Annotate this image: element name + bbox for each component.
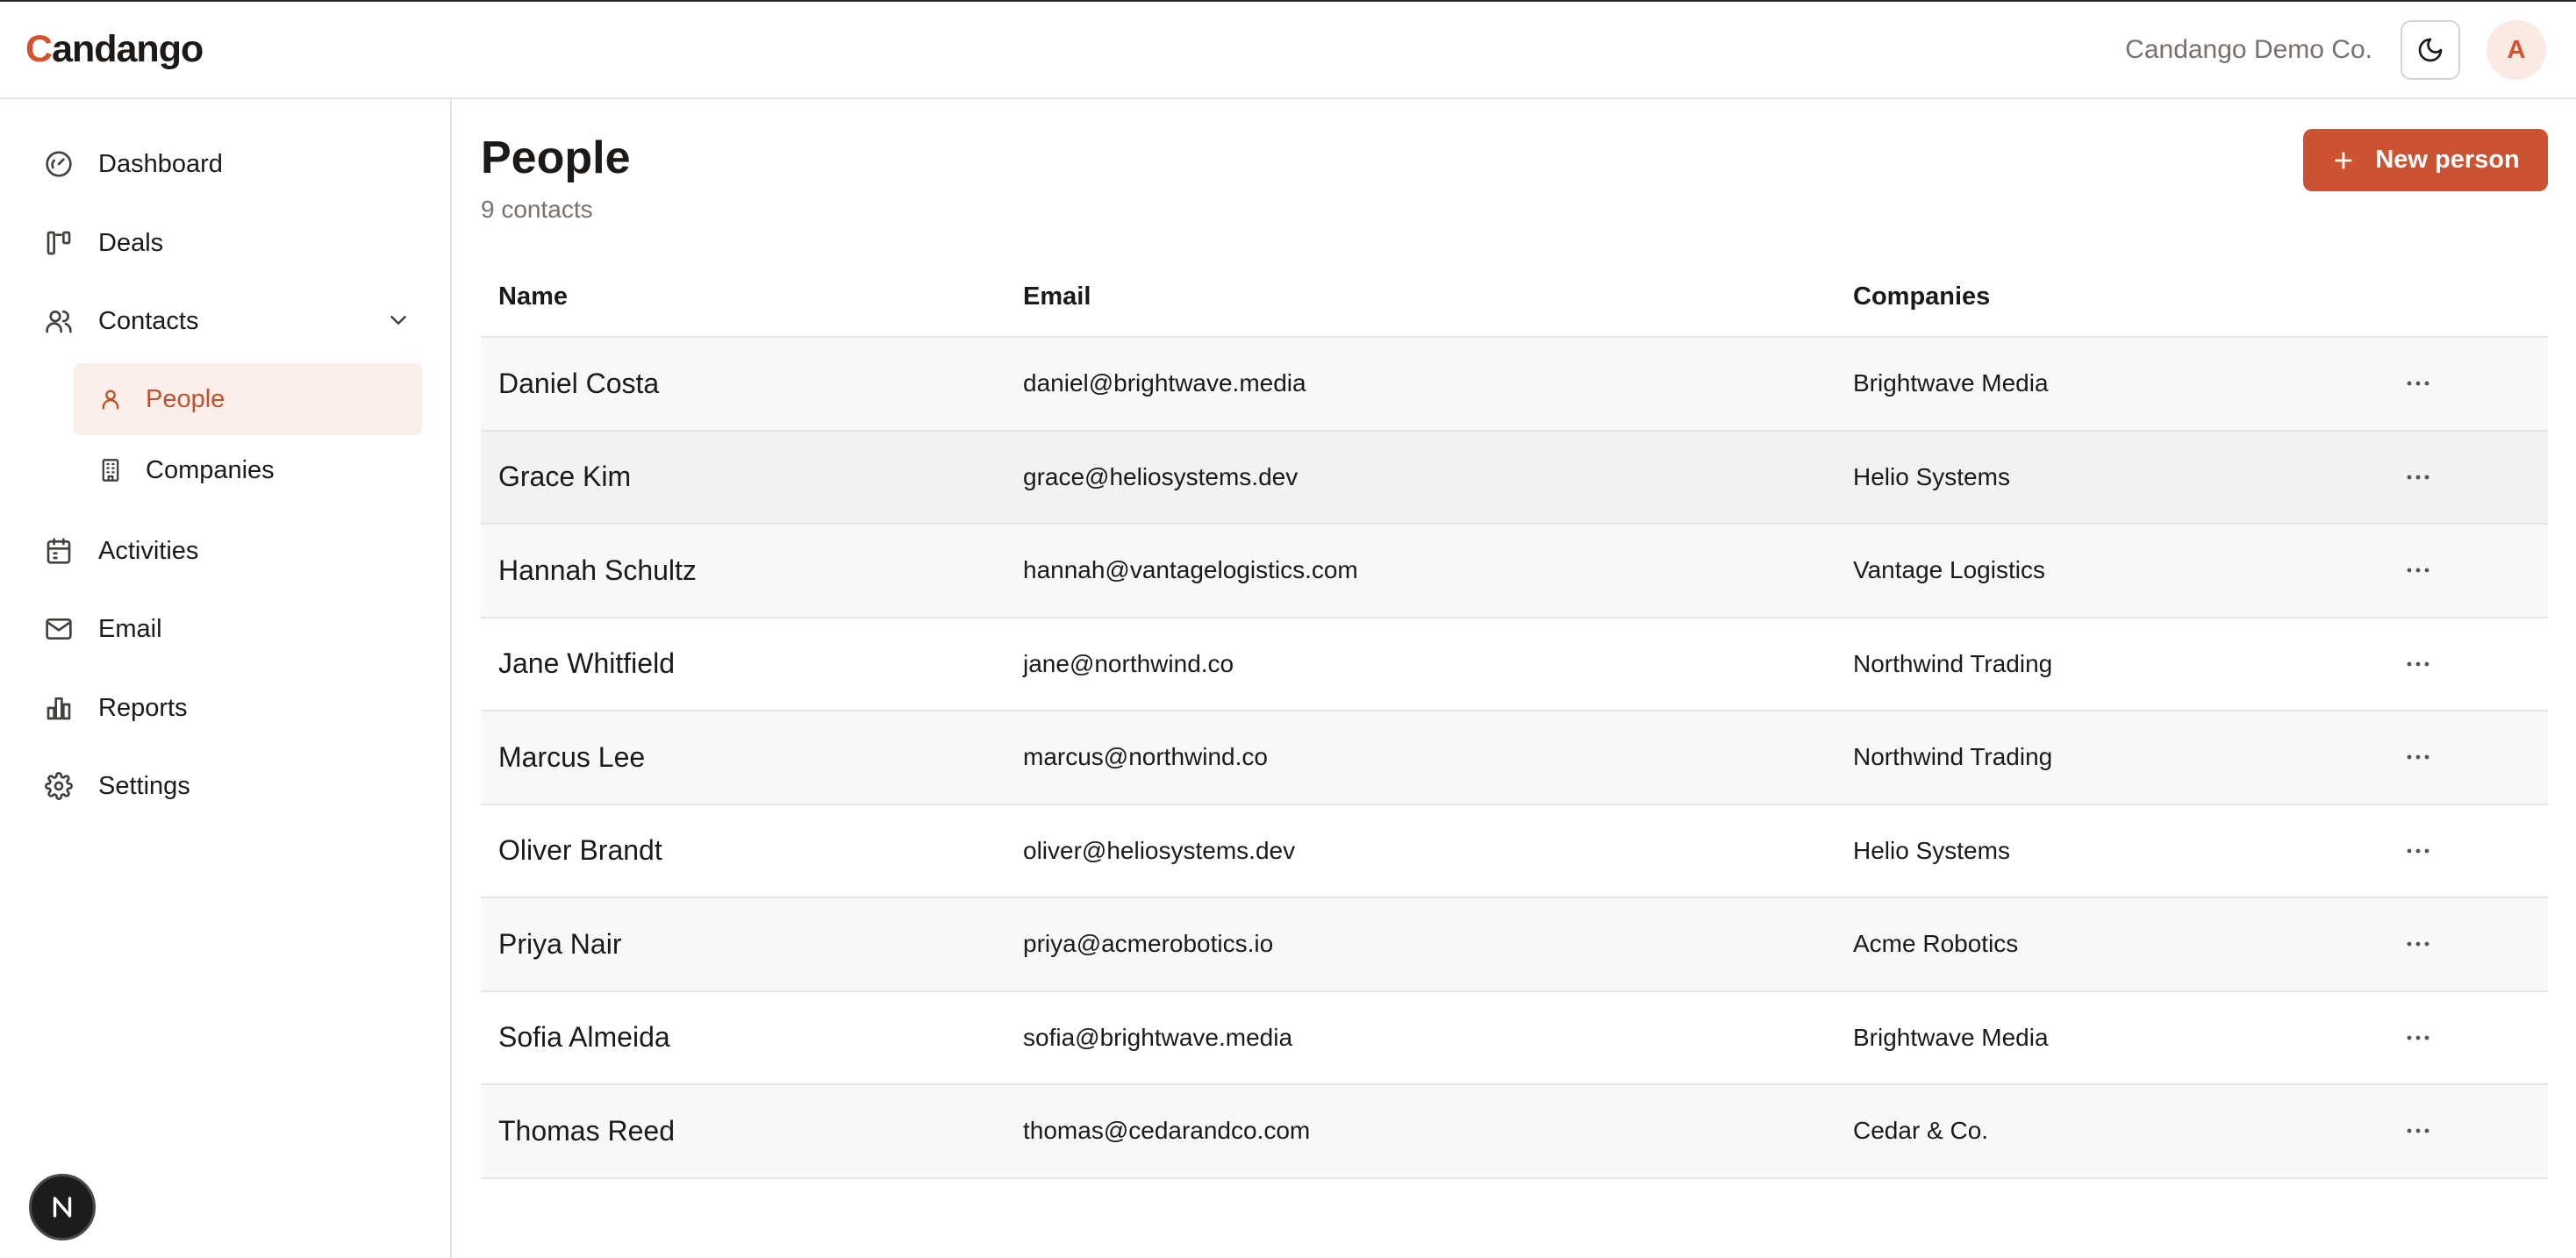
person-name[interactable]: Jane Whitfield: [498, 618, 675, 710]
gauge-icon: [25, 129, 75, 199]
users-icon: [25, 286, 75, 356]
table-row[interactable]: Jane Whitfield jane@northwind.co Northwi…: [481, 618, 2548, 711]
person-email: sofia@brightwave.media: [1023, 1023, 1293, 1051]
row-actions-icon[interactable]: [2394, 618, 2443, 710]
person-email: marcus@northwind.co: [1023, 743, 1268, 770]
person-company[interactable]: Brightwave Media: [1853, 338, 2049, 429]
person-name[interactable]: Sofia Almeida: [498, 992, 670, 1083]
person-company[interactable]: Brightwave Media: [1853, 992, 2049, 1083]
person-name[interactable]: Thomas Reed: [498, 1085, 675, 1176]
table-row[interactable]: Grace Kim grace@heliosystems.dev Helio S…: [481, 431, 2548, 525]
person-company[interactable]: Vantage Logistics: [1853, 525, 2045, 616]
person-company[interactable]: Acme Robotics: [1853, 898, 2018, 990]
row-actions-icon[interactable]: [2394, 338, 2443, 429]
person-name[interactable]: Marcus Lee: [498, 711, 645, 803]
organization-name: Candango Demo Co.: [2125, 35, 2372, 64]
person-name[interactable]: Grace Kim: [498, 432, 631, 523]
sidebar-item-label: People: [146, 384, 225, 413]
people-table: Name Email Companies Daniel Costa daniel…: [481, 263, 2548, 1179]
table-row[interactable]: Oliver Brandt oliver@heliosystems.dev He…: [481, 804, 2548, 898]
sidebar-item-email[interactable]: Email: [25, 594, 422, 664]
building-icon: [93, 458, 128, 482]
column-header-companies[interactable]: Companies: [1853, 282, 1990, 311]
person-email: thomas@cedarandco.com: [1023, 1117, 1311, 1144]
chevron-down-icon[interactable]: [385, 307, 411, 340]
sidebar-item-label: Email: [98, 614, 162, 643]
sidebar-item-reports[interactable]: Reports: [25, 673, 422, 743]
table-row[interactable]: Daniel Costa daniel@brightwave.media Bri…: [481, 338, 2548, 432]
row-actions-icon[interactable]: [2394, 992, 2443, 1083]
sidebar-item-deals[interactable]: Deals: [25, 208, 422, 278]
row-actions-icon[interactable]: [2394, 525, 2443, 616]
column-header-email[interactable]: Email: [1023, 282, 1091, 311]
person-company[interactable]: Cedar & Co.: [1853, 1085, 1988, 1176]
top-header: Candango Candango Demo Co. A: [0, 2, 2576, 99]
person-email: oliver@heliosystems.dev: [1023, 836, 1296, 864]
page-title: People: [481, 132, 631, 183]
app-logo[interactable]: Candango: [25, 28, 204, 71]
user-icon: [93, 387, 128, 411]
table-body: Daniel Costa daniel@brightwave.media Bri…: [481, 338, 2548, 1179]
gear-icon: [25, 751, 75, 821]
sidebar-item-label: Activities: [98, 536, 199, 565]
person-email: daniel@brightwave.media: [1023, 369, 1306, 397]
person-email: hannah@vantagelogistics.com: [1023, 556, 1358, 583]
sidebar-item-settings[interactable]: Settings: [25, 751, 422, 821]
person-company[interactable]: Helio Systems: [1853, 432, 2010, 523]
plus-icon: [2331, 148, 2356, 173]
new-person-label: New person: [2375, 146, 2520, 174]
row-actions-icon[interactable]: [2394, 898, 2443, 990]
calendar-icon: [25, 516, 75, 586]
kanban-icon: [25, 208, 75, 278]
bar-chart-icon: [25, 673, 75, 743]
new-person-button[interactable]: New person: [2303, 129, 2548, 191]
next-devtools-badge[interactable]: [29, 1174, 96, 1240]
theme-toggle-button[interactable]: [2401, 20, 2460, 80]
sidebar-item-people[interactable]: People: [74, 363, 422, 435]
person-company[interactable]: Helio Systems: [1853, 805, 2010, 897]
person-company[interactable]: Northwind Trading: [1853, 618, 2052, 710]
person-name[interactable]: Hannah Schultz: [498, 525, 697, 616]
next-logo-icon: [53, 1197, 72, 1218]
person-name[interactable]: Daniel Costa: [498, 338, 659, 429]
row-actions-icon[interactable]: [2394, 432, 2443, 523]
person-email: jane@northwind.co: [1023, 649, 1234, 677]
sidebar-item-label: Settings: [98, 771, 190, 800]
contacts-count: 9 contacts: [481, 196, 593, 223]
row-actions-icon[interactable]: [2394, 805, 2443, 897]
column-header-name[interactable]: Name: [498, 282, 568, 311]
sidebar-item-label: Dashboard: [98, 149, 223, 178]
table-row[interactable]: Thomas Reed thomas@cedarandco.com Cedar …: [481, 1085, 2548, 1179]
table-row[interactable]: Sofia Almeida sofia@brightwave.media Bri…: [481, 991, 2548, 1085]
sidebar-item-dashboard[interactable]: Dashboard: [25, 129, 422, 199]
table-header: Name Email Companies: [481, 263, 2548, 338]
sidebar-item-activities[interactable]: Activities: [25, 516, 422, 586]
row-actions-icon[interactable]: [2394, 1085, 2443, 1176]
person-company[interactable]: Northwind Trading: [1853, 711, 2052, 803]
person-email: grace@heliosystems.dev: [1023, 462, 1299, 490]
sidebar-item-label: Companies: [146, 455, 275, 484]
moon-icon: [2418, 38, 2443, 62]
sidebar-item-companies[interactable]: Companies: [74, 434, 422, 506]
table-row[interactable]: Marcus Lee marcus@northwind.co Northwind…: [481, 711, 2548, 805]
sidebar-item-label: Deals: [98, 228, 164, 257]
table-row[interactable]: Hannah Schultz hannah@vantagelogistics.c…: [481, 525, 2548, 618]
table-row[interactable]: Priya Nair priya@acmerobotics.io Acme Ro…: [481, 898, 2548, 992]
person-email: priya@acmerobotics.io: [1023, 930, 1274, 957]
mail-icon: [25, 594, 75, 664]
row-actions-icon[interactable]: [2394, 711, 2443, 803]
person-name[interactable]: Priya Nair: [498, 898, 621, 990]
sidebar: Dashboard Deals Contacts People Companie…: [0, 99, 452, 1258]
person-name[interactable]: Oliver Brandt: [498, 805, 662, 897]
user-avatar[interactable]: A: [2487, 20, 2546, 80]
sidebar-item-label: Reports: [98, 693, 188, 722]
sidebar-item-contacts[interactable]: Contacts: [25, 286, 422, 356]
sidebar-item-label: Contacts: [98, 306, 199, 335]
